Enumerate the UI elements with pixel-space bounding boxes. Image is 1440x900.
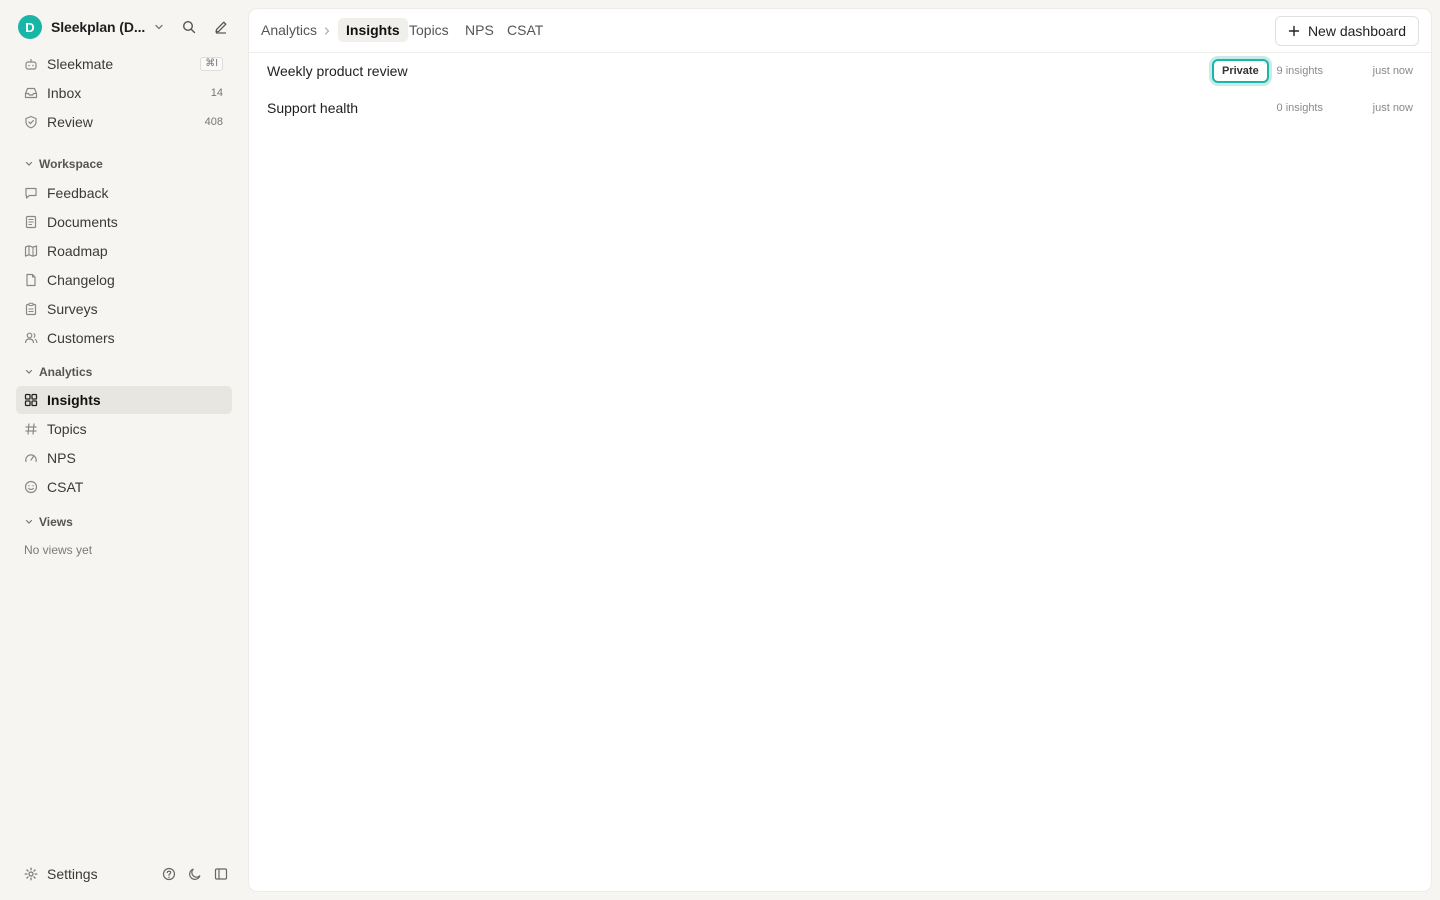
shield-check-icon [24,115,38,129]
message-square-icon [24,186,38,200]
sidebar-item-label: Inbox [47,85,82,101]
users-icon [24,331,38,345]
sidebar: D Sleekplan (D... Sleekmate ⌘I Inbox 14 [0,0,248,900]
updated-time: just now [1372,65,1413,77]
sidebar-item-csat[interactable]: CSAT [16,473,232,501]
insight-count: 0 insights [1276,102,1323,114]
plus-icon [1288,25,1300,37]
compose-icon[interactable] [210,16,232,38]
chevron-down-icon [24,159,34,169]
sidebar-item-label: Roadmap [47,243,108,259]
tab-insights[interactable]: Insights [338,18,408,42]
sidebar-toggle-icon[interactable] [214,867,228,881]
sidebar-item-inbox[interactable]: Inbox 14 [16,79,232,107]
workspace-switcher[interactable]: D Sleekplan (D... [18,14,232,40]
settings-label: Settings [47,866,98,882]
sidebar-item-label: Customers [47,330,115,346]
sidebar-item-label: Insights [47,392,101,408]
grid-icon [24,393,38,407]
shortcut-badge: ⌘I [200,57,223,71]
section-label: Workspace [39,157,103,171]
sidebar-item-label: CSAT [47,479,84,495]
dashboard-row[interactable]: Weekly product review Private 9 insights… [249,53,1431,89]
tab-csat[interactable]: CSAT [499,18,551,42]
section-workspace[interactable]: Workspace [24,155,103,173]
gear-icon [24,867,38,881]
sidebar-item-changelog[interactable]: Changelog [16,266,232,294]
clipboard-icon [24,302,38,316]
sidebar-item-label: Topics [47,421,87,437]
section-label: Analytics [39,365,93,379]
sidebar-item-insights[interactable]: Insights [16,386,232,414]
chevron-down-icon [24,367,34,377]
dashboard-row[interactable]: Support health 0 insights just now [249,90,1431,126]
chevron-down-icon [153,20,167,34]
moon-icon[interactable] [188,867,202,881]
breadcrumb-root[interactable]: Analytics [261,22,317,38]
book-icon [24,215,38,229]
section-analytics[interactable]: Analytics [24,363,92,381]
map-icon [24,244,38,258]
sidebar-item-nps[interactable]: NPS [16,444,232,472]
section-views[interactable]: Views [24,513,73,531]
gauge-icon [24,451,38,465]
sidebar-footer: Settings [16,862,232,886]
chevron-down-icon [24,517,34,527]
search-icon[interactable] [178,16,200,38]
help-icon[interactable] [162,867,176,881]
smile-icon [24,480,38,494]
visibility-badge[interactable]: Private [1212,59,1269,83]
sidebar-item-label: Documents [47,214,118,230]
tab-topics[interactable]: Topics [401,18,457,42]
sidebar-item-label: Review [47,114,93,130]
sidebar-item-surveys[interactable]: Surveys [16,295,232,323]
updated-time: just now [1372,102,1413,114]
views-empty-text: No views yet [24,543,93,557]
sidebar-item-customers[interactable]: Customers [16,324,232,352]
main-panel: Analytics Insights Topics NPS CSAT New d… [249,9,1431,891]
sidebar-item-label: Feedback [47,185,109,201]
tab-nps[interactable]: NPS [457,18,502,42]
sidebar-item-label: Sleekmate [47,56,114,72]
hash-icon [24,422,38,436]
sidebar-item-label: Changelog [47,272,115,288]
sidebar-item-documents[interactable]: Documents [16,208,232,236]
workspace-name: Sleekplan (D... [51,19,146,35]
count-badge: 408 [204,116,223,128]
dashboard-title: Weekly product review [267,63,408,79]
dashboard-title: Support health [267,100,359,116]
sidebar-item-label: NPS [47,450,76,466]
section-label: Views [39,515,73,529]
new-dashboard-button[interactable]: New dashboard [1274,16,1419,46]
file-icon [24,273,38,287]
workspace-avatar: D [18,15,42,39]
sidebar-item-review[interactable]: Review 408 [16,108,232,136]
sidebar-item-sleekmate[interactable]: Sleekmate ⌘I [16,50,232,78]
insight-count: 9 insights [1276,65,1323,77]
count-badge: 14 [210,87,223,99]
new-dashboard-label: New dashboard [1307,23,1406,39]
sidebar-item-roadmap[interactable]: Roadmap [16,237,232,265]
sidebar-item-topics[interactable]: Topics [16,415,232,443]
inbox-icon [24,86,38,100]
settings-button[interactable]: Settings [16,866,98,882]
top-bar: Analytics Insights Topics NPS CSAT New d… [249,9,1431,53]
bot-icon [24,57,38,71]
chevron-right-icon [323,26,331,36]
sidebar-item-label: Surveys [47,301,98,317]
sidebar-item-feedback[interactable]: Feedback [16,179,232,207]
